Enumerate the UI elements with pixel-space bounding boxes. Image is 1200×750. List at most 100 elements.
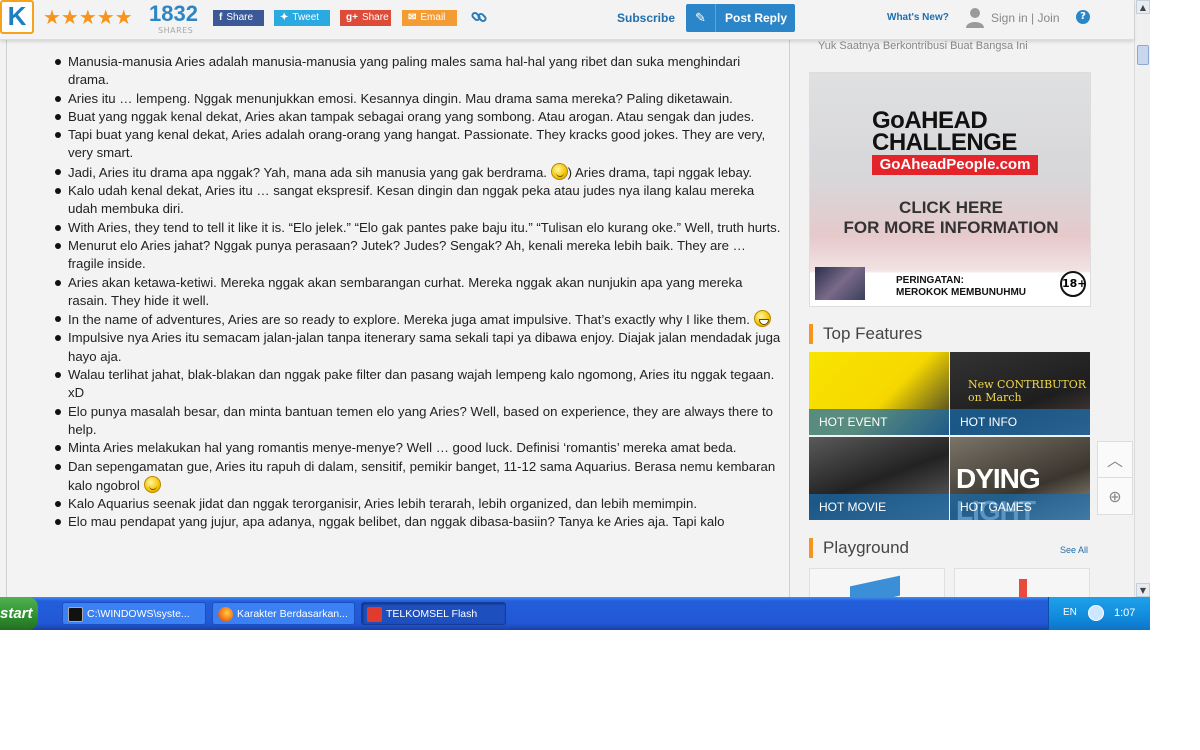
post-content: Manusia-manusia Aries adalah manusia-man… <box>6 40 790 597</box>
taskbar-item-label: Karakter Berdasarkan... <box>237 608 348 620</box>
windows-taskbar: start C:\WINDOWS\syste... Karakter Berda… <box>0 597 1150 630</box>
list-item-text: Jadi, Aries itu drama apa nggak? Yah, ma… <box>68 164 547 180</box>
email-icon: ✉ <box>408 12 417 23</box>
feature-tile-label: HOT MOVIE <box>809 494 949 520</box>
age-restriction-badge: 18+ <box>1060 271 1087 297</box>
post-reply-button[interactable]: ✎ Post Reply <box>686 4 795 32</box>
more-options-button[interactable]: ⊕ <box>1097 478 1133 515</box>
thread-toolbar: K ★★★★★ 1832 SHARES f Share ✦ Tweet g+ Shar… <box>0 0 1134 40</box>
scrollbar-thumb[interactable] <box>1137 45 1149 65</box>
ad-warning-image <box>815 267 865 300</box>
scroll-up-arrow-icon[interactable]: ▲ <box>1136 0 1150 14</box>
list-item: Kalo udah kenal dekat, Aries itu … sanga… <box>52 182 782 219</box>
start-button[interactable]: start <box>0 597 38 630</box>
facebook-share-button[interactable]: f Share <box>213 10 264 26</box>
whats-new-link[interactable]: What's New? <box>887 12 949 23</box>
browser-viewport: K ★★★★★ 1832 SHARES f Share ✦ Tweet g+ Shar… <box>0 0 1150 630</box>
ad-warning-title: PERINGATAN: <box>896 275 964 286</box>
list-item: Minta Aries melakukan hal yang romantis … <box>52 439 782 457</box>
list-item: Tapi buat yang kenal dekat, Aries adalah… <box>52 126 782 163</box>
copy-link-icon[interactable] <box>470 8 488 26</box>
post-bullet-list: Manusia-manusia Aries adalah manusia-man… <box>52 53 782 532</box>
share-count: 1832 <box>149 1 198 26</box>
email-share-button[interactable]: ✉ Email <box>402 10 457 26</box>
smile-emoticon-icon <box>143 475 161 493</box>
feature-tile-label: HOT EVENT <box>809 409 949 435</box>
list-item: Kalo Aquarius seenak jidat dan nggak ter… <box>52 495 782 513</box>
list-item: Aries itu … lempeng. Nggak menunjukkan e… <box>52 90 782 108</box>
feature-tile-hot-movie[interactable]: HOT MOVIE <box>809 437 949 520</box>
twitter-icon: ✦ <box>280 12 289 23</box>
taskbar-item-label: TELKOMSEL Flash <box>386 608 478 620</box>
telkomsel-icon <box>367 607 382 622</box>
list-item: Impulsive nya Aries itu semacam jalan-ja… <box>52 329 782 366</box>
list-item-text: In the name of adventures, Aries are so … <box>68 312 750 328</box>
playground-tile[interactable] <box>954 568 1090 597</box>
list-item: Elo punya masalah besar, dan minta bantu… <box>52 403 782 440</box>
pencil-icon: ✎ <box>686 4 716 32</box>
feature-tile-label: HOT GAMES <box>950 494 1090 520</box>
taskbar-item-cmd[interactable]: C:\WINDOWS\syste... <box>62 602 206 625</box>
firefox-icon <box>218 607 233 622</box>
gplus-icon: g+ <box>346 12 358 23</box>
facebook-icon: f <box>219 12 223 23</box>
smile-emoticon-icon <box>550 162 568 180</box>
top-features-heading: Top Features <box>809 324 922 344</box>
sidebar-tagline[interactable]: Yuk Saatnya Berkontribusi Buat Bangsa In… <box>818 40 1028 52</box>
scroll-down-arrow-icon[interactable]: ▼ <box>1136 583 1150 597</box>
taskbar-item-firefox[interactable]: Karakter Berdasarkan... <box>212 602 355 625</box>
signin-join-link[interactable]: Sign in | Join <box>991 11 1060 25</box>
tray-app-icon[interactable] <box>1088 605 1104 621</box>
see-all-link[interactable]: See All <box>1060 545 1088 555</box>
facebook-share-label: Share <box>226 12 254 23</box>
list-item: Manusia-manusia Aries adalah manusia-man… <box>52 53 782 90</box>
playground-heading: Playground <box>809 538 909 558</box>
feature-tile-label: HOT INFO <box>950 409 1090 435</box>
list-item-text-suffix: ) Aries drama, tapi nggak lebay. <box>567 164 753 180</box>
ad-headline-2: CHALLENGE <box>872 129 1017 156</box>
list-item: Buat yang nggak kenal dekat, Aries akan … <box>52 108 782 126</box>
subscribe-button[interactable]: Subscribe <box>617 11 675 25</box>
twitter-tweet-label: Tweet <box>292 12 320 23</box>
rating-stars[interactable]: ★★★★★ <box>43 5 133 29</box>
list-item: Dan sepengamatan gue, Aries itu rapuh di… <box>52 458 782 496</box>
vertical-scrollbar[interactable]: ▲ ▼ <box>1134 0 1150 597</box>
list-item: Elo mau pendapat yang jujur, apa adanya,… <box>52 513 782 531</box>
ad-cta-line-2: FOR MORE INFORMATION <box>843 218 1059 237</box>
list-item: In the name of adventures, Aries are so … <box>52 310 782 329</box>
playground-tile[interactable] <box>809 568 945 597</box>
feature-tile-hot-games[interactable]: DYING LIGHT HOT GAMES <box>950 437 1090 520</box>
gplus-share-button[interactable]: g+ Share <box>340 10 391 26</box>
gplus-share-label: Share <box>361 12 389 23</box>
feature-tile-hot-event[interactable]: HOT EVENT <box>809 352 949 435</box>
taskbar-item-telkomsel[interactable]: TELKOMSEL Flash <box>361 602 506 625</box>
help-icon[interactable]: ? <box>1076 10 1090 24</box>
kaskus-logo[interactable]: K <box>0 0 34 34</box>
list-item: Jadi, Aries itu drama apa nggak? Yah, ma… <box>52 162 782 182</box>
feature-tile-hot-info[interactable]: New CONTRIBUTOR on March HOT INFO <box>950 352 1090 435</box>
right-sidebar: Yuk Saatnya Berkontribusi Buat Bangsa In… <box>800 40 1100 597</box>
taskbar-item-label: C:\WINDOWS\syste... <box>87 608 190 620</box>
ad-cta-line-1: CLICK HERE <box>899 198 1003 217</box>
user-icon <box>964 6 986 28</box>
list-item: With Aries, they tend to tell it like it… <box>52 219 782 237</box>
email-share-label: Email <box>420 12 446 23</box>
advertisement-banner[interactable]: GoAHEAD CHALLENGE GoAheadPeople.com CLIC… <box>809 72 1091 307</box>
plus-circle-icon: ⊕ <box>1108 487 1122 506</box>
share-caption: SHARES <box>158 26 194 35</box>
ad-warning-text: MEROKOK MEMBUNUHMU <box>896 287 1026 298</box>
chevron-up-icon: ︿ <box>1106 451 1123 470</box>
post-reply-label: Post Reply <box>725 11 788 25</box>
feature-tile-image-text: New CONTRIBUTOR on March <box>968 378 1087 404</box>
language-indicator[interactable]: EN <box>1063 607 1077 618</box>
list-item: Menurut elo Aries jahat? Nggak punya per… <box>52 237 782 274</box>
taskbar-clock[interactable]: 1:07 <box>1114 607 1135 619</box>
list-item: Walau terlihat jahat, blak-blakan dan ng… <box>52 366 782 403</box>
grin-emoticon-icon <box>753 310 771 328</box>
twitter-tweet-button[interactable]: ✦ Tweet <box>274 10 330 26</box>
ad-site-url: GoAheadPeople.com <box>872 155 1038 175</box>
console-icon <box>68 607 83 622</box>
list-item-text: Dan sepengamatan gue, Aries itu rapuh di… <box>68 458 776 493</box>
list-item: Aries akan ketawa-ketiwi. Mereka nggak a… <box>52 274 782 311</box>
scroll-to-top-button[interactable]: ︿ <box>1097 441 1133 478</box>
